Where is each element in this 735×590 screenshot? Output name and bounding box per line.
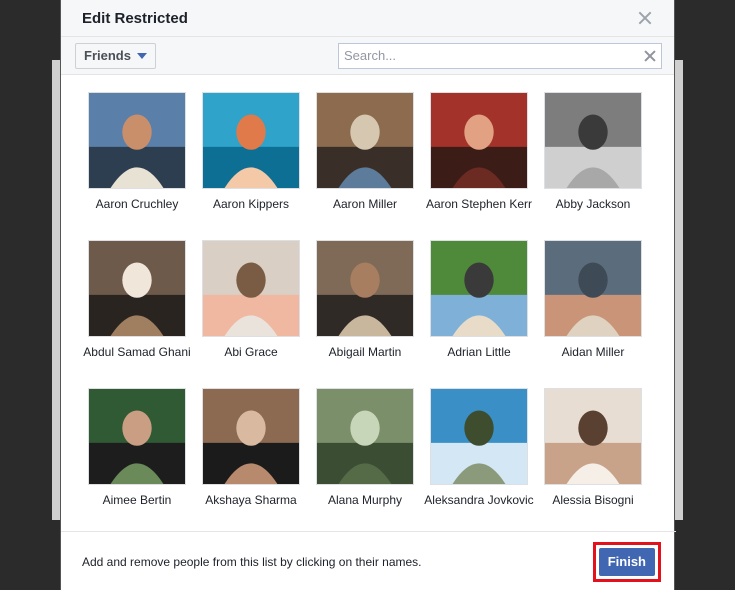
profile-photo[interactable] <box>430 388 528 485</box>
person-name[interactable]: Abdul Samad Ghani <box>80 345 194 360</box>
profile-photo[interactable] <box>316 240 414 337</box>
person-tile[interactable]: Adrian Little <box>422 240 536 360</box>
close-icon[interactable] <box>638 11 652 25</box>
person-tile[interactable]: Aimee Bertin <box>80 388 194 508</box>
profile-photo[interactable] <box>202 240 300 337</box>
person-name[interactable]: Aleksandra Jovkovic <box>422 493 536 508</box>
search-box <box>338 42 662 69</box>
dialog-footer: Add and remove people from this list by … <box>61 533 676 590</box>
profile-photo[interactable] <box>544 388 642 485</box>
profile-photo[interactable] <box>316 92 414 189</box>
dialog-title: Edit Restricted <box>82 9 188 27</box>
profile-photo[interactable] <box>430 92 528 189</box>
finish-button[interactable]: Finish <box>598 547 655 576</box>
profile-photo[interactable] <box>316 388 414 485</box>
profile-photo[interactable] <box>544 92 642 189</box>
profile-photo[interactable] <box>430 240 528 337</box>
person-tile[interactable]: Aaron Miller <box>308 92 422 212</box>
profile-photo[interactable] <box>88 240 186 337</box>
footer-instructions: Add and remove people from this list by … <box>82 554 422 569</box>
person-name[interactable]: Abi Grace <box>194 345 308 360</box>
friends-filter-button[interactable]: Friends <box>75 42 156 69</box>
person-tile[interactable]: Alessia Bisogni <box>536 388 650 508</box>
finish-highlight-box: Finish <box>592 541 661 582</box>
person-name[interactable]: Aaron Stephen Kerr <box>422 197 536 212</box>
person-name[interactable]: Aimee Bertin <box>80 493 194 508</box>
person-tile[interactable]: Aaron Stephen Kerr <box>422 92 536 212</box>
person-tile[interactable]: Abigail Martin <box>308 240 422 360</box>
clear-search-icon[interactable] <box>644 50 656 62</box>
person-tile[interactable]: Abi Grace <box>194 240 308 360</box>
person-name[interactable]: Abby Jackson <box>536 197 650 212</box>
profile-photo[interactable] <box>202 92 300 189</box>
person-tile[interactable]: Aaron Kippers <box>194 92 308 212</box>
person-tile[interactable]: Abdul Samad Ghani <box>80 240 194 360</box>
person-name[interactable]: Adrian Little <box>422 345 536 360</box>
dialog-header: Edit Restricted <box>61 0 674 37</box>
person-tile[interactable]: Aidan Miller <box>536 240 650 360</box>
person-name[interactable]: Alana Murphy <box>308 493 422 508</box>
search-input[interactable] <box>339 43 661 68</box>
person-tile[interactable]: Abby Jackson <box>536 92 650 212</box>
background-right-edge <box>675 0 735 590</box>
profile-photo[interactable] <box>202 388 300 485</box>
person-tile[interactable]: Aleksandra Jovkovic <box>422 388 536 508</box>
person-name[interactable]: Aidan Miller <box>536 345 650 360</box>
person-name[interactable]: Alessia Bisogni <box>536 493 650 508</box>
background-left-edge <box>0 0 60 590</box>
person-tile[interactable]: Aaron Cruchley <box>80 92 194 212</box>
profile-photo[interactable] <box>88 388 186 485</box>
people-grid: Aaron Cruchley Aaron Kippers Aaron Miller A… <box>61 76 676 532</box>
chevron-down-icon <box>136 53 147 59</box>
person-name[interactable]: Akshaya Sharma <box>194 493 308 508</box>
profile-photo[interactable] <box>544 240 642 337</box>
friends-filter-label: Friends <box>84 48 131 63</box>
profile-photo[interactable] <box>88 92 186 189</box>
edit-restricted-dialog: Edit Restricted Friends Aaron CruchleyAa… <box>60 0 676 590</box>
person-tile[interactable]: Alana Murphy <box>308 388 422 508</box>
dialog-toolbar: Friends <box>61 37 674 75</box>
person-name[interactable]: Abigail Martin <box>308 345 422 360</box>
person-name[interactable]: Aaron Cruchley <box>80 197 194 212</box>
person-name[interactable]: Aaron Kippers <box>194 197 308 212</box>
person-name[interactable]: Aaron Miller <box>308 197 422 212</box>
person-tile[interactable]: Akshaya Sharma <box>194 388 308 508</box>
